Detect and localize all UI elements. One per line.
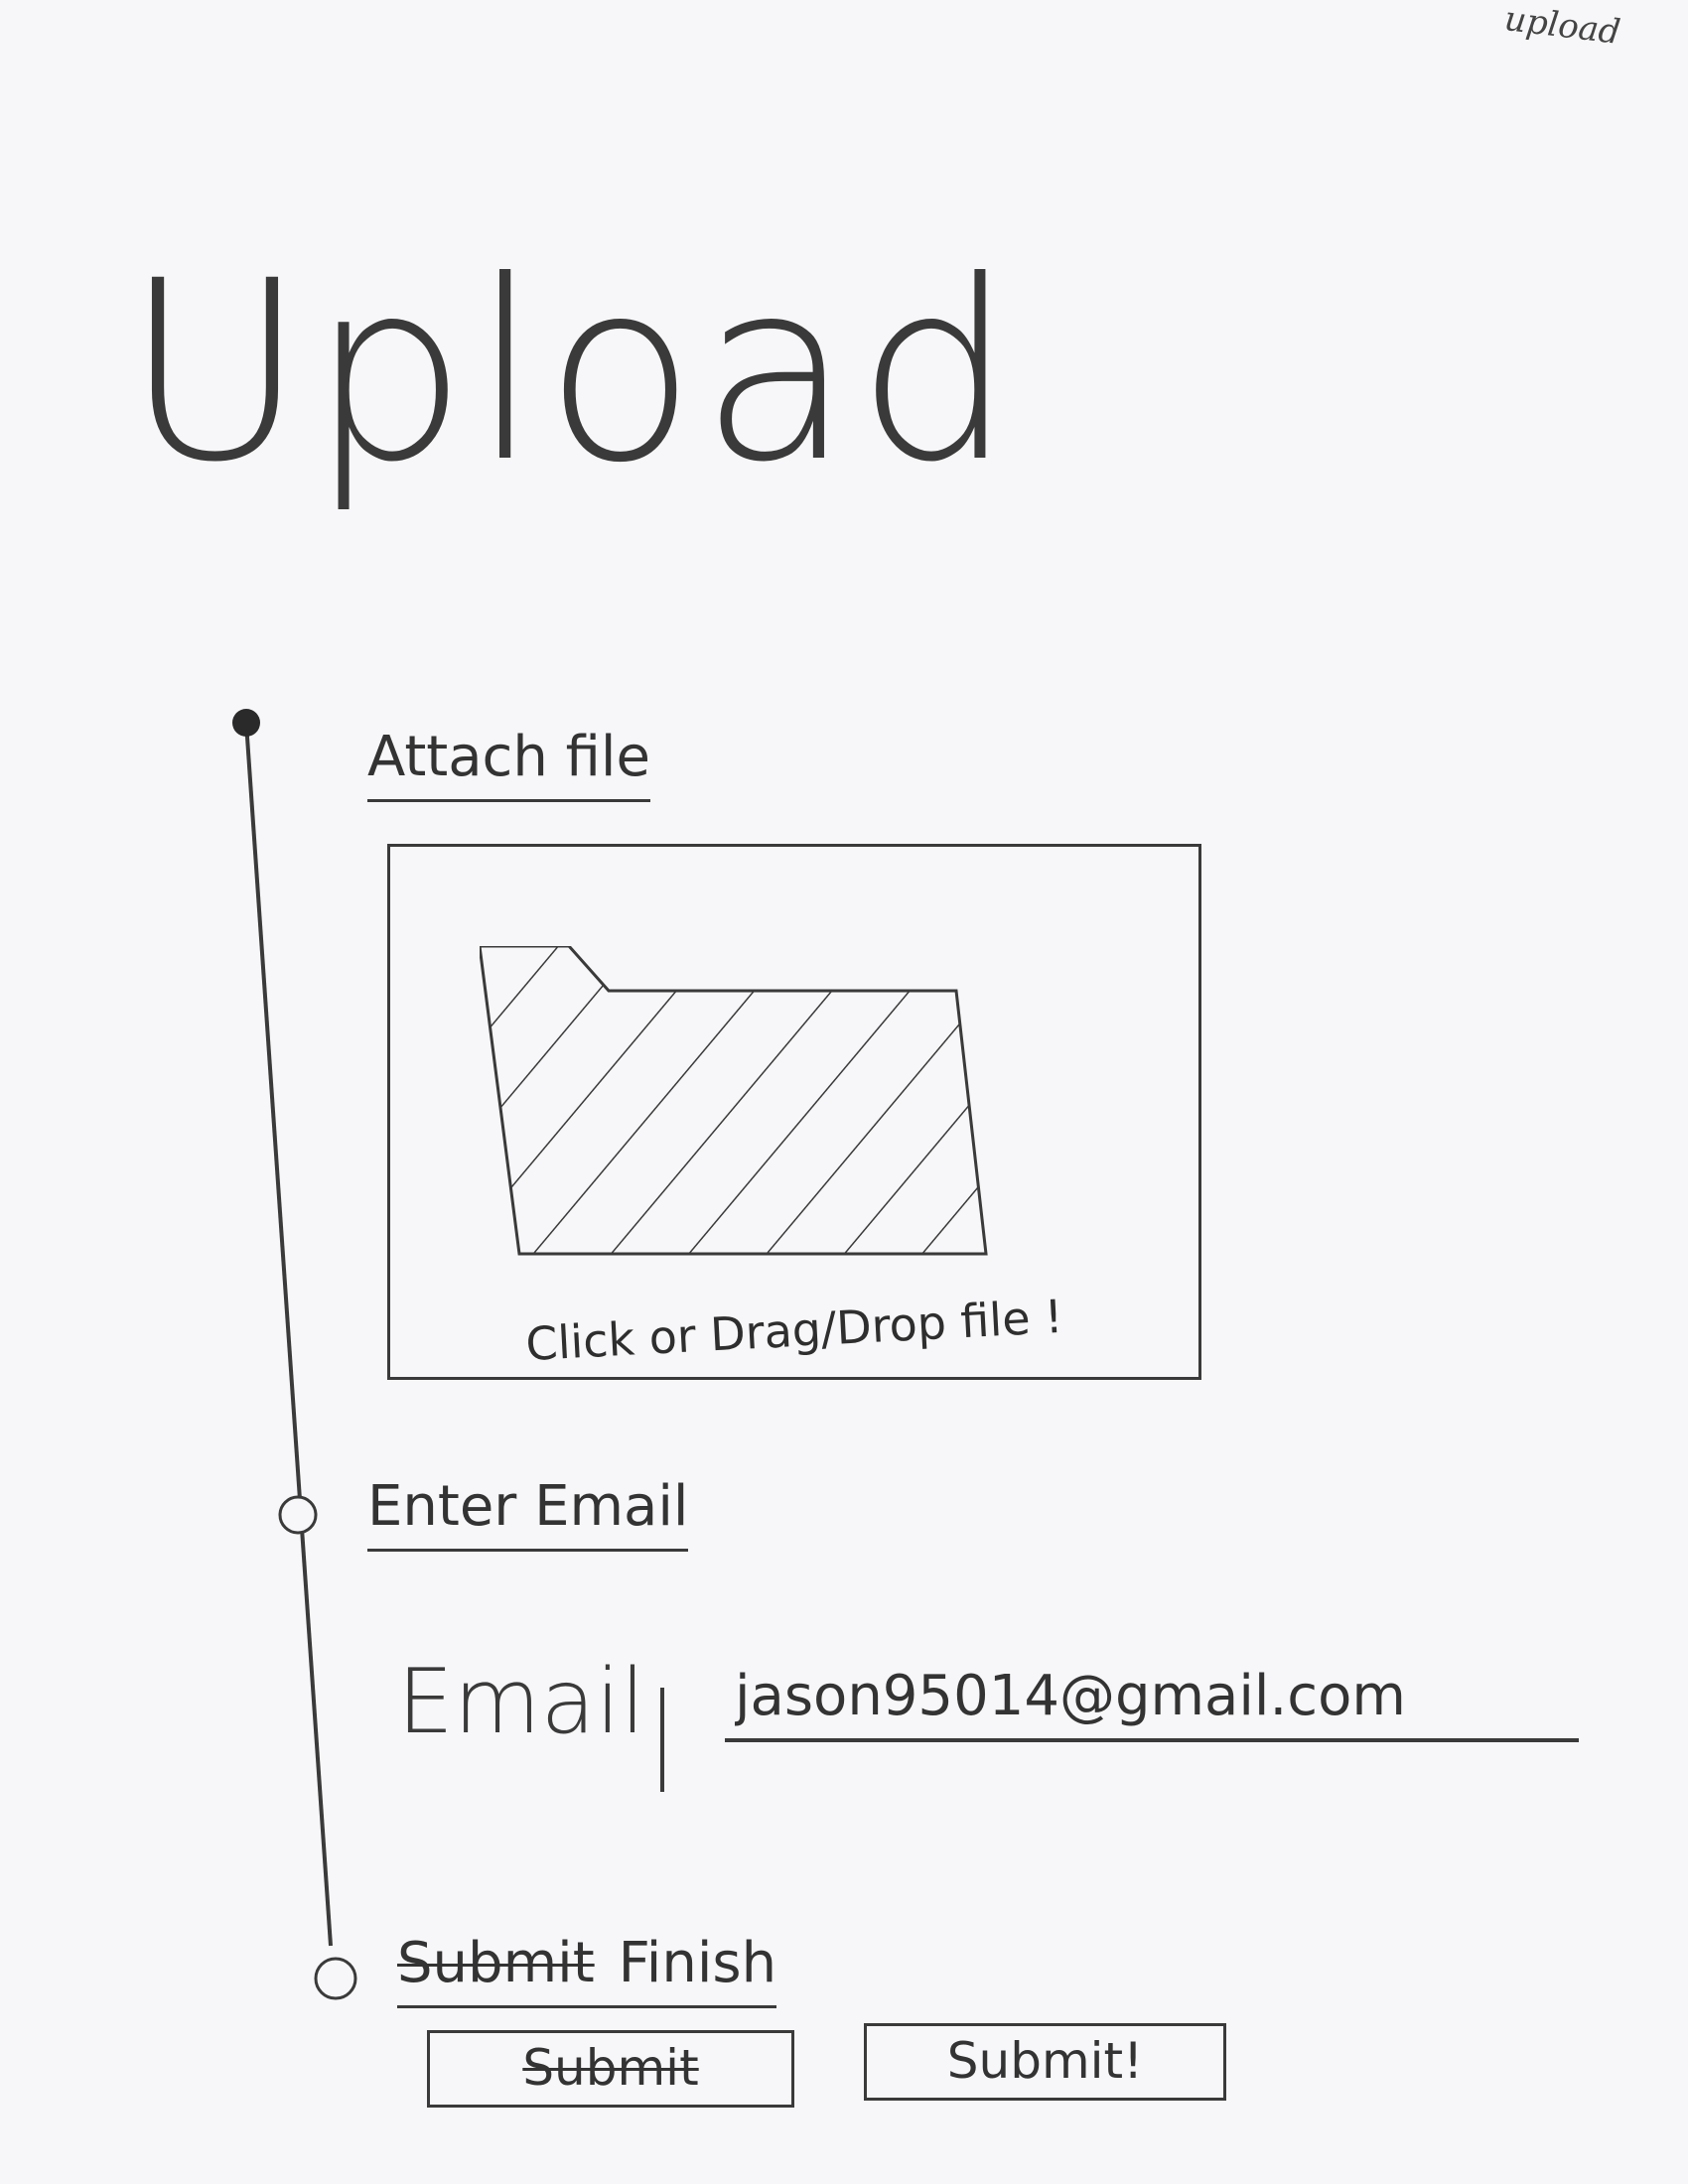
step-marker-filled: [232, 709, 260, 737]
dropzone-label: Click or Drag/Drop file !: [524, 1289, 1064, 1372]
email-input[interactable]: [725, 1653, 1579, 1742]
submit-button[interactable]: Submit!: [864, 2023, 1226, 2101]
step-struck-label: Submit: [397, 1931, 595, 1995]
step-finish[interactable]: Submit Finish: [397, 1936, 777, 2008]
step-marker-empty: [278, 1495, 318, 1535]
struck-submit-button[interactable]: Submit: [427, 2030, 794, 2108]
step-marker-empty-final: [314, 1957, 357, 2000]
folder-icon: [480, 946, 988, 1256]
email-label: Email: [397, 1650, 645, 1754]
step-enter-email[interactable]: Enter Email: [367, 1479, 689, 1552]
step-finish-label: Finish: [618, 1931, 777, 1995]
stepper-line: [244, 722, 333, 1947]
step-attach-file[interactable]: Attach file: [367, 730, 650, 802]
email-divider: [660, 1688, 664, 1792]
file-dropzone[interactable]: Click or Drag/Drop file !: [387, 844, 1201, 1380]
